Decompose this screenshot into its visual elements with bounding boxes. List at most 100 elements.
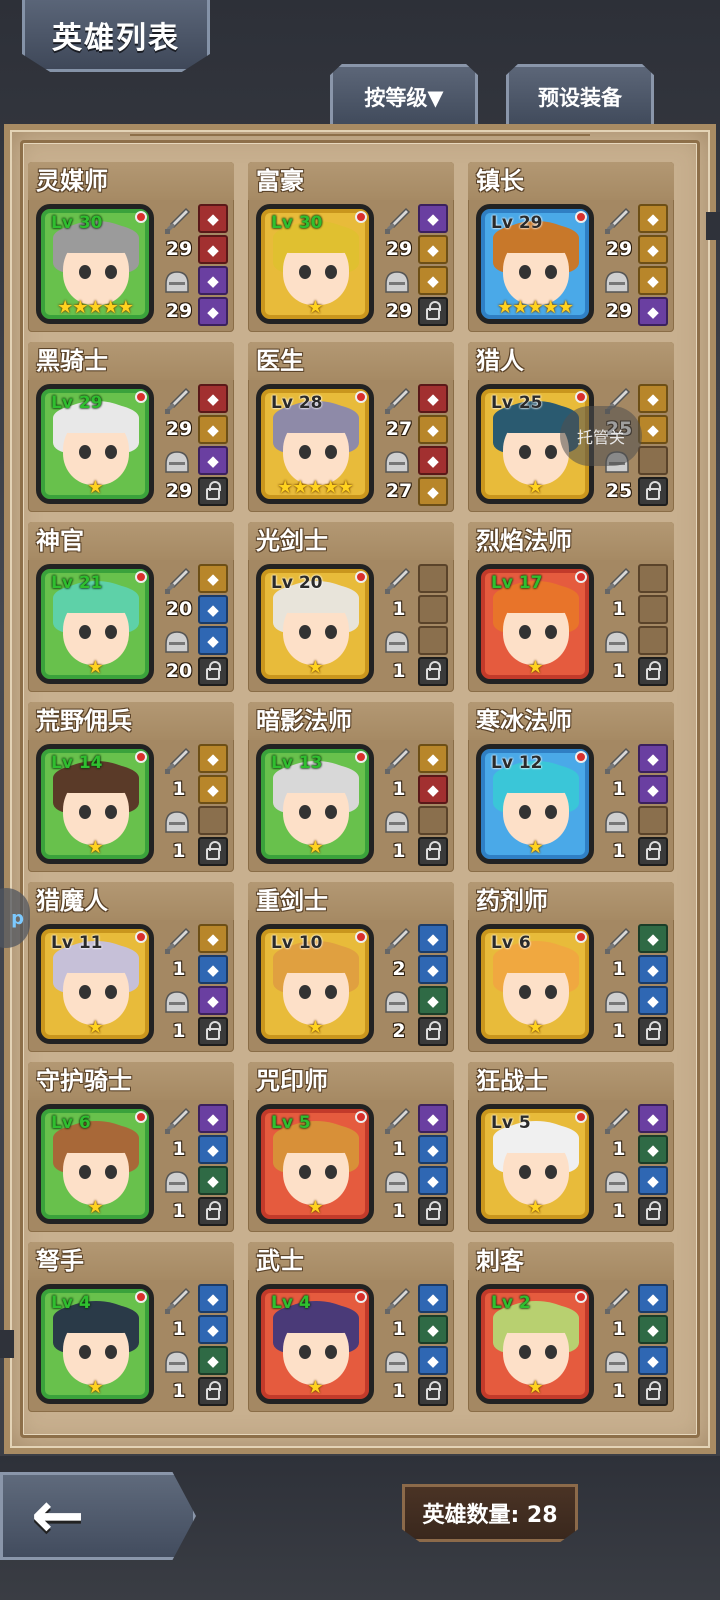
armor-icon[interactable] [382,1348,412,1376]
sort-by-level-button[interactable]: 按等级▼ [330,64,478,126]
equipment-item-icon[interactable]: ◆ [638,235,668,264]
armor-icon[interactable] [382,448,412,476]
hero-portrait[interactable]: Lv 17 ★ [476,564,594,684]
armor-icon[interactable] [162,448,192,476]
equipment-item-icon[interactable]: ◆ [198,235,228,264]
equipment-item-icon[interactable]: ◆ [418,415,448,444]
armor-icon[interactable] [382,268,412,296]
equipment-item-icon[interactable]: ◆ [418,1135,448,1164]
equipment-item-icon[interactable]: ◆ [198,1104,228,1133]
armor-icon[interactable] [162,988,192,1016]
equipment-item-icon[interactable]: ◆ [418,446,448,475]
hero-card[interactable]: 咒印师 Lv 5 ★ 1 1 ◆ ◆ ◆ [248,1062,454,1232]
hero-portrait[interactable]: Lv 4 ★ [36,1284,154,1404]
hero-card[interactable]: 弩手 Lv 4 ★ 1 1 ◆ ◆ ◆ [28,1242,234,1412]
equipment-item-icon[interactable]: ◆ [638,204,668,233]
empty-item-slot[interactable] [638,564,668,593]
hero-portrait[interactable]: Lv 29 ★★★★★ [476,204,594,324]
armor-icon[interactable] [602,1348,632,1376]
hero-portrait[interactable]: Lv 20 ★ [256,564,374,684]
weapon-icon[interactable] [382,746,412,774]
weapon-icon[interactable] [162,566,192,594]
weapon-icon[interactable] [602,926,632,954]
locked-slot-icon[interactable] [638,477,668,506]
hero-portrait[interactable]: Lv 6 ★ [36,1104,154,1224]
locked-slot-icon[interactable] [418,657,448,686]
equipment-item-icon[interactable]: ◆ [638,297,668,326]
equipment-item-icon[interactable]: ◆ [418,1166,448,1195]
auto-battle-tag[interactable]: 托管关 [560,406,642,466]
empty-item-slot[interactable] [638,595,668,624]
weapon-icon[interactable] [382,1106,412,1134]
hero-portrait[interactable]: Lv 11 ★ [36,924,154,1044]
equipment-item-icon[interactable]: ◆ [198,775,228,804]
hero-card[interactable]: 药剂师 Lv 6 ★ 1 1 ◆ ◆ ◆ [468,882,674,1052]
hero-card[interactable]: 暗影法师 Lv 13 ★ 1 1 ◆ ◆ [248,702,454,872]
locked-slot-icon[interactable] [638,1017,668,1046]
hero-portrait[interactable]: Lv 29 ★ [36,384,154,504]
equipment-item-icon[interactable]: ◆ [418,235,448,264]
equipment-item-icon[interactable]: ◆ [418,266,448,295]
hero-card[interactable]: 镇长 Lv 29 ★★★★★ 29 29 ◆ ◆ ◆ ◆ [468,162,674,332]
empty-item-slot[interactable] [418,595,448,624]
equipment-item-icon[interactable]: ◆ [198,955,228,984]
locked-slot-icon[interactable] [418,837,448,866]
hero-card[interactable]: 荒野佣兵 Lv 14 ★ 1 1 ◆ ◆ [28,702,234,872]
equipment-item-icon[interactable]: ◆ [638,1315,668,1344]
locked-slot-icon[interactable] [198,1377,228,1406]
empty-item-slot[interactable] [198,806,228,835]
hero-portrait[interactable]: Lv 21 ★ [36,564,154,684]
equipment-item-icon[interactable]: ◆ [418,1315,448,1344]
locked-slot-icon[interactable] [198,1197,228,1226]
hero-card[interactable]: 猎魔人 Lv 11 ★ 1 1 ◆ ◆ ◆ [28,882,234,1052]
equipment-item-icon[interactable]: ◆ [418,1104,448,1133]
equipment-item-icon[interactable]: ◆ [638,955,668,984]
locked-slot-icon[interactable] [198,1017,228,1046]
hero-portrait[interactable]: Lv 12 ★ [476,744,594,864]
equipment-item-icon[interactable]: ◆ [198,1135,228,1164]
hero-portrait[interactable]: Lv 5 ★ [476,1104,594,1224]
locked-slot-icon[interactable] [418,1197,448,1226]
equipment-item-icon[interactable]: ◆ [418,986,448,1015]
weapon-icon[interactable] [602,206,632,234]
hero-portrait[interactable]: Lv 28 ★★★★★ [256,384,374,504]
equipment-item-icon[interactable]: ◆ [198,595,228,624]
equipment-item-icon[interactable]: ◆ [638,266,668,295]
armor-icon[interactable] [162,1348,192,1376]
weapon-icon[interactable] [162,1286,192,1314]
weapon-icon[interactable] [382,566,412,594]
hero-card[interactable]: 富豪 Lv 30 ★ 29 29 ◆ ◆ ◆ [248,162,454,332]
weapon-icon[interactable] [162,206,192,234]
armor-icon[interactable] [162,628,192,656]
hero-card[interactable]: 医生 Lv 28 ★★★★★ 27 27 ◆ ◆ ◆ ◆ [248,342,454,512]
equipment-item-icon[interactable]: ◆ [418,924,448,953]
empty-item-slot[interactable] [638,626,668,655]
equipment-item-icon[interactable]: ◆ [418,744,448,773]
hero-card[interactable]: 寒冰法师 Lv 12 ★ 1 1 ◆ ◆ [468,702,674,872]
hero-card[interactable]: 黑骑士 Lv 29 ★ 29 29 ◆ ◆ ◆ [28,342,234,512]
hero-portrait[interactable]: Lv 10 ★ [256,924,374,1044]
hero-portrait[interactable]: Lv 4 ★ [256,1284,374,1404]
hero-portrait[interactable]: Lv 5 ★ [256,1104,374,1224]
equipment-item-icon[interactable]: ◆ [198,1346,228,1375]
armor-icon[interactable] [602,628,632,656]
equipment-item-icon[interactable]: ◆ [418,384,448,413]
equipment-item-icon[interactable]: ◆ [198,1166,228,1195]
equipment-item-icon[interactable]: ◆ [638,744,668,773]
equipment-item-icon[interactable]: ◆ [198,1284,228,1313]
equipment-item-icon[interactable]: ◆ [638,1284,668,1313]
weapon-icon[interactable] [602,746,632,774]
hero-card[interactable]: 烈焰法师 Lv 17 ★ 1 1 [468,522,674,692]
equipment-item-icon[interactable]: ◆ [198,744,228,773]
armor-icon[interactable] [382,808,412,836]
equipment-item-icon[interactable]: ◆ [198,415,228,444]
armor-icon[interactable] [162,268,192,296]
locked-slot-icon[interactable] [418,1017,448,1046]
locked-slot-icon[interactable] [638,1377,668,1406]
locked-slot-icon[interactable] [198,837,228,866]
weapon-icon[interactable] [602,1286,632,1314]
hero-card[interactable]: 重剑士 Lv 10 ★ 2 2 ◆ ◆ ◆ [248,882,454,1052]
equipment-item-icon[interactable]: ◆ [638,986,668,1015]
equipment-item-icon[interactable]: ◆ [638,1104,668,1133]
hero-card[interactable]: 狂战士 Lv 5 ★ 1 1 ◆ ◆ ◆ [468,1062,674,1232]
